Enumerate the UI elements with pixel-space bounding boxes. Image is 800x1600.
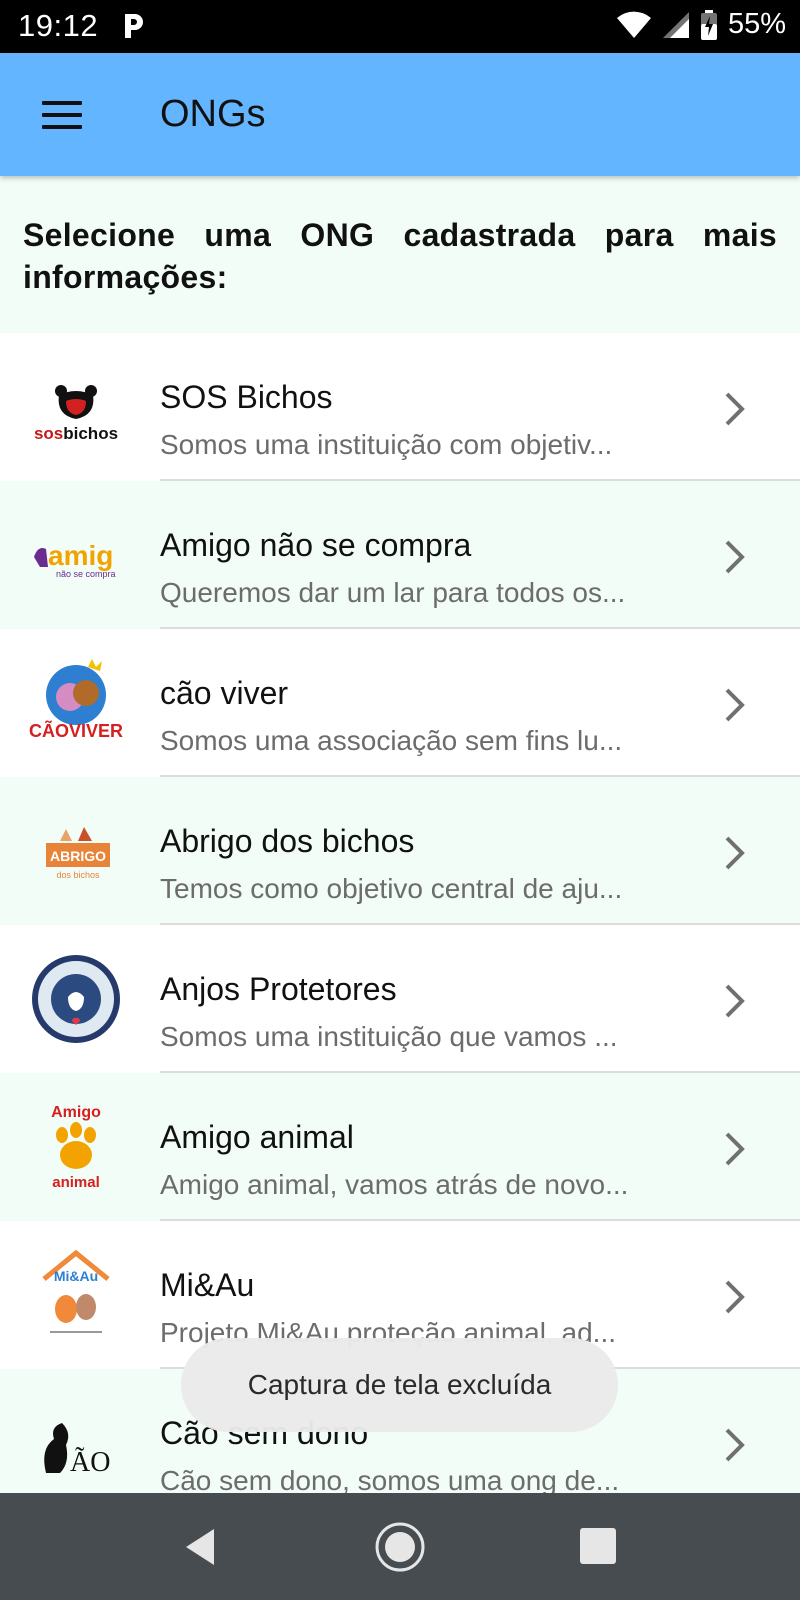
chevron-right-icon bbox=[725, 836, 745, 870]
anjos-protetores-logo bbox=[32, 955, 120, 1043]
hamburger-menu-icon[interactable] bbox=[36, 89, 88, 141]
chevron-right-icon bbox=[725, 984, 745, 1018]
ong-description: Somos uma associação sem fins lu... bbox=[160, 725, 623, 756]
chevron-right-icon bbox=[725, 1280, 745, 1314]
amigo-nao-se-compra-logo: amig não se compra bbox=[34, 540, 116, 579]
ong-description: Queremos dar um lar para todos os... bbox=[160, 577, 626, 608]
cao-viver-logo: CÃOVIVER bbox=[29, 659, 123, 741]
ong-name: Abrigo dos bichos bbox=[160, 823, 415, 859]
ong-description: Somos uma instituição que vamos ... bbox=[160, 1021, 618, 1052]
status-icons: 55% bbox=[616, 8, 786, 41]
chevron-right-icon bbox=[725, 540, 745, 574]
ong-row-abrigo-dos-bichos[interactable]: ABRIGO dos bichos Abrigo dos bichos Temo… bbox=[0, 777, 800, 925]
ong-name: cão viver bbox=[160, 675, 289, 711]
svg-text:dos bichos: dos bichos bbox=[56, 870, 100, 880]
back-triangle-icon[interactable] bbox=[180, 1525, 220, 1569]
ong-description: Amigo animal, vamos atrás de novo... bbox=[160, 1169, 629, 1200]
status-time: 19:12 bbox=[18, 8, 99, 43]
amigo-animal-logo: Amigo animal bbox=[51, 1104, 101, 1191]
page-title: ONGs bbox=[160, 93, 266, 135]
system-nav-bar bbox=[0, 1493, 800, 1600]
ong-name: Amigo animal bbox=[160, 1119, 354, 1155]
svg-text:não se compra: não se compra bbox=[56, 569, 116, 579]
ong-description: Somos uma instituição com objetiv... bbox=[160, 429, 613, 460]
sos-bichos-logo: sosbichos bbox=[34, 385, 118, 443]
intro-section: Selecione uma ONG cadastrada para mais i… bbox=[0, 176, 800, 333]
ong-name: Amigo não se compra bbox=[160, 527, 472, 563]
cell-signal-icon bbox=[662, 11, 689, 38]
svg-text:animal: animal bbox=[52, 1174, 100, 1191]
ong-row-anjos-protetores[interactable]: Anjos Protetores Somos uma instituição q… bbox=[0, 925, 800, 1073]
app-bar: ONGs bbox=[0, 53, 800, 176]
ong-name: SOS Bichos bbox=[160, 379, 333, 415]
battery-icon bbox=[700, 9, 717, 40]
chevron-right-icon bbox=[725, 688, 745, 722]
svg-text:sosbichos: sosbichos bbox=[34, 424, 118, 443]
svg-text:ÃO: ÃO bbox=[70, 1447, 110, 1478]
ong-row-amigo-nao-se-compra[interactable]: amig não se compra Amigo não se compra Q… bbox=[0, 481, 800, 629]
svg-text:Amigo: Amigo bbox=[51, 1104, 101, 1121]
ong-name: Anjos Protetores bbox=[160, 971, 397, 1007]
svg-text:amig: amig bbox=[48, 540, 113, 571]
wifi-icon bbox=[616, 11, 651, 38]
recent-apps-square-icon[interactable] bbox=[580, 1528, 616, 1564]
svg-text:CÃOVIVER: CÃOVIVER bbox=[29, 720, 123, 741]
svg-text:Mi&Au: Mi&Au bbox=[54, 1268, 98, 1284]
chevron-right-icon bbox=[725, 1428, 745, 1462]
battery-percentage: 55% bbox=[727, 8, 786, 40]
ong-name: Mi&Au bbox=[160, 1267, 255, 1303]
parking-notification-icon bbox=[125, 14, 143, 38]
chevron-right-icon bbox=[725, 1132, 745, 1166]
cao-sem-dono-logo: ÃO bbox=[44, 1423, 110, 1478]
mi-au-logo: Mi&Au bbox=[42, 1249, 110, 1333]
toast-message: Captura de tela excluída bbox=[181, 1338, 618, 1432]
ong-row-amigo-animal[interactable]: Amigo animal Amigo animal Amigo animal, … bbox=[0, 1073, 800, 1221]
home-circle-icon[interactable] bbox=[374, 1521, 426, 1573]
status-bar: 19:12 55% bbox=[0, 0, 800, 53]
intro-text: Selecione uma ONG cadastrada para mais i… bbox=[23, 217, 777, 295]
svg-text:ABRIGO: ABRIGO bbox=[50, 848, 106, 864]
screen: 19:12 55% ONGs Selecione uma ONG cadastr… bbox=[0, 0, 800, 1600]
abrigo-dos-bichos-logo: ABRIGO dos bichos bbox=[46, 827, 110, 880]
ong-row-cao-viver[interactable]: CÃOVIVER cão viver Somos uma associação … bbox=[0, 629, 800, 777]
ong-row-sos-bichos[interactable]: sosbichos SOS Bichos Somos uma instituiç… bbox=[0, 333, 800, 481]
chevron-right-icon bbox=[725, 392, 745, 426]
ong-description: Temos como objetivo central de aju... bbox=[160, 873, 623, 904]
